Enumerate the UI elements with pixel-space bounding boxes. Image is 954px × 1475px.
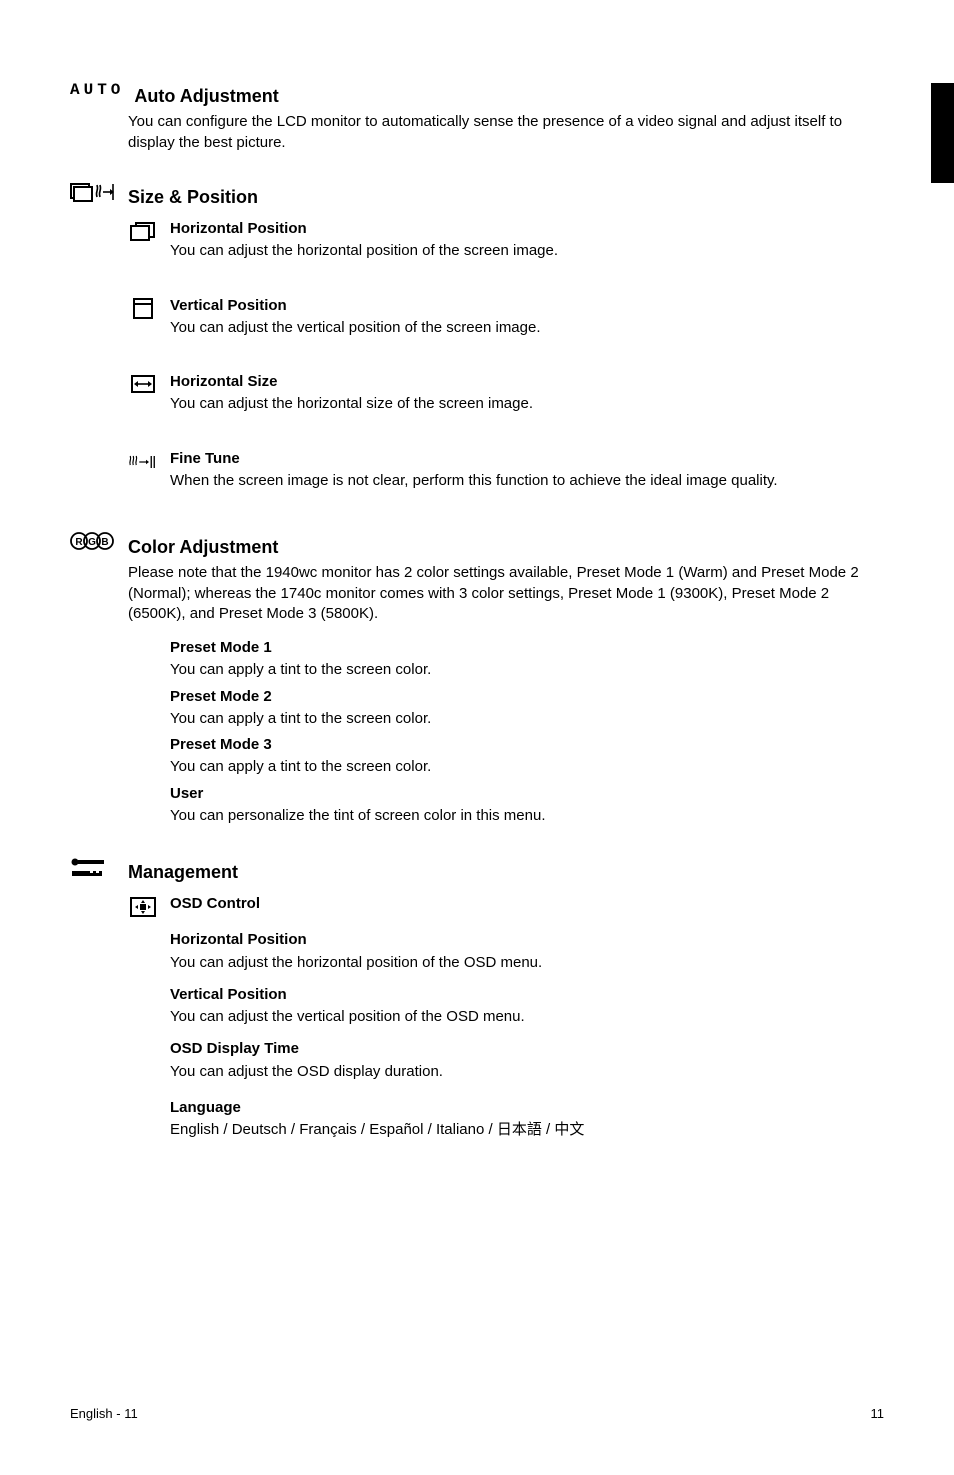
user-icon: [128, 784, 158, 786]
osd-time-title: OSD Display Time: [170, 1039, 884, 1059]
preset1-icon: [128, 638, 158, 640]
finetune-body: When the screen image is not clear, perf…: [170, 471, 884, 491]
auto-title: Auto Adjustment: [134, 84, 278, 108]
size-position-icon: [70, 181, 114, 203]
item-language: Language English / Deutsch / Français / …: [128, 1098, 884, 1141]
vpos-title: Vertical Position: [170, 296, 884, 316]
vpos-body: You can adjust the vertical position of …: [170, 318, 884, 338]
osd-control-title: OSD Control: [170, 894, 884, 914]
osd-vpos-title: Vertical Position: [170, 985, 884, 1005]
size-position-title: Size & Position: [128, 185, 258, 209]
preset3-body: You can apply a tint to the screen color…: [170, 757, 884, 777]
hsize-title: Horizontal Size: [170, 372, 884, 392]
hsize-body: You can adjust the horizontal size of th…: [170, 394, 884, 414]
page-number: 11: [871, 1405, 885, 1423]
preset2-icon: [128, 687, 158, 689]
preset1-body: You can apply a tint to the screen color…: [170, 660, 884, 680]
preset1-title: Preset Mode 1: [170, 638, 884, 658]
color-title: Color Adjustment: [128, 535, 884, 559]
item-preset3: Preset Mode 3 You can apply a tint to th…: [128, 735, 884, 778]
user-title: User: [170, 784, 884, 804]
page-footer: English - 11 11: [70, 1405, 884, 1423]
side-tab: [931, 83, 954, 183]
vpos-icon: [128, 296, 158, 320]
user-body: You can personalize the tint of screen c…: [170, 806, 884, 826]
item-osd-time: OSD Display Time You can adjust the OSD …: [170, 1039, 884, 1082]
preset3-title: Preset Mode 3: [170, 735, 884, 755]
osd-control-icon: [128, 894, 158, 918]
item-hpos: Horizontal Position You can adjust the h…: [128, 219, 884, 262]
finetune-icon: [128, 449, 158, 473]
svg-text:B: B: [101, 537, 108, 548]
page-ref: English - 11: [70, 1405, 138, 1423]
hpos-body: You can adjust the horizontal position o…: [170, 241, 884, 261]
management-icon: [70, 856, 114, 882]
osd-time-body: You can adjust the OSD display duration.: [170, 1062, 884, 1082]
preset2-body: You can apply a tint to the screen color…: [170, 709, 884, 729]
item-user: User You can personalize the tint of scr…: [128, 784, 884, 827]
item-osd-hpos: Horizontal Position You can adjust the h…: [170, 930, 884, 973]
auto-glyph-icon: AUTO: [70, 80, 124, 102]
osd-vpos-body: You can adjust the vertical position of …: [170, 1007, 884, 1027]
language-body: English / Deutsch / Français / Español /…: [170, 1120, 884, 1140]
osd-hpos-body: You can adjust the horizontal position o…: [170, 953, 884, 973]
group-management: Management: [70, 856, 884, 884]
hsize-icon: [128, 372, 158, 394]
hpos-icon: [128, 219, 158, 241]
preset3-icon: [128, 735, 158, 737]
preset2-title: Preset Mode 2: [170, 687, 884, 707]
color-note: Please note that the 1940wc monitor has …: [128, 563, 884, 624]
finetune-title: Fine Tune: [170, 449, 884, 469]
svg-text:G: G: [88, 537, 96, 548]
auto-body: You can configure the LCD monitor to aut…: [128, 112, 884, 153]
item-preset2: Preset Mode 2 You can apply a tint to th…: [128, 687, 884, 730]
svg-text:R: R: [75, 537, 83, 548]
group-color: R G B Color Adjustment Please note that …: [70, 531, 884, 624]
hpos-title: Horizontal Position: [170, 219, 884, 239]
item-hsize: Horizontal Size You can adjust the horiz…: [128, 372, 884, 415]
rgb-icon: R G B: [70, 531, 114, 551]
auto-row: AUTO Auto Adjustment: [70, 80, 884, 108]
item-osd-control: OSD Control: [128, 894, 884, 918]
item-finetune: Fine Tune When the screen image is not c…: [128, 449, 884, 492]
group-size-position: Size & Position: [70, 181, 884, 209]
item-vpos: Vertical Position You can adjust the ver…: [128, 296, 884, 339]
language-title: Language: [170, 1098, 884, 1118]
item-osd-vpos: Vertical Position You can adjust the ver…: [170, 985, 884, 1028]
language-icon: [128, 1098, 158, 1100]
management-title: Management: [128, 860, 238, 884]
osd-hpos-title: Horizontal Position: [170, 930, 884, 950]
item-preset1: Preset Mode 1 You can apply a tint to th…: [128, 638, 884, 681]
